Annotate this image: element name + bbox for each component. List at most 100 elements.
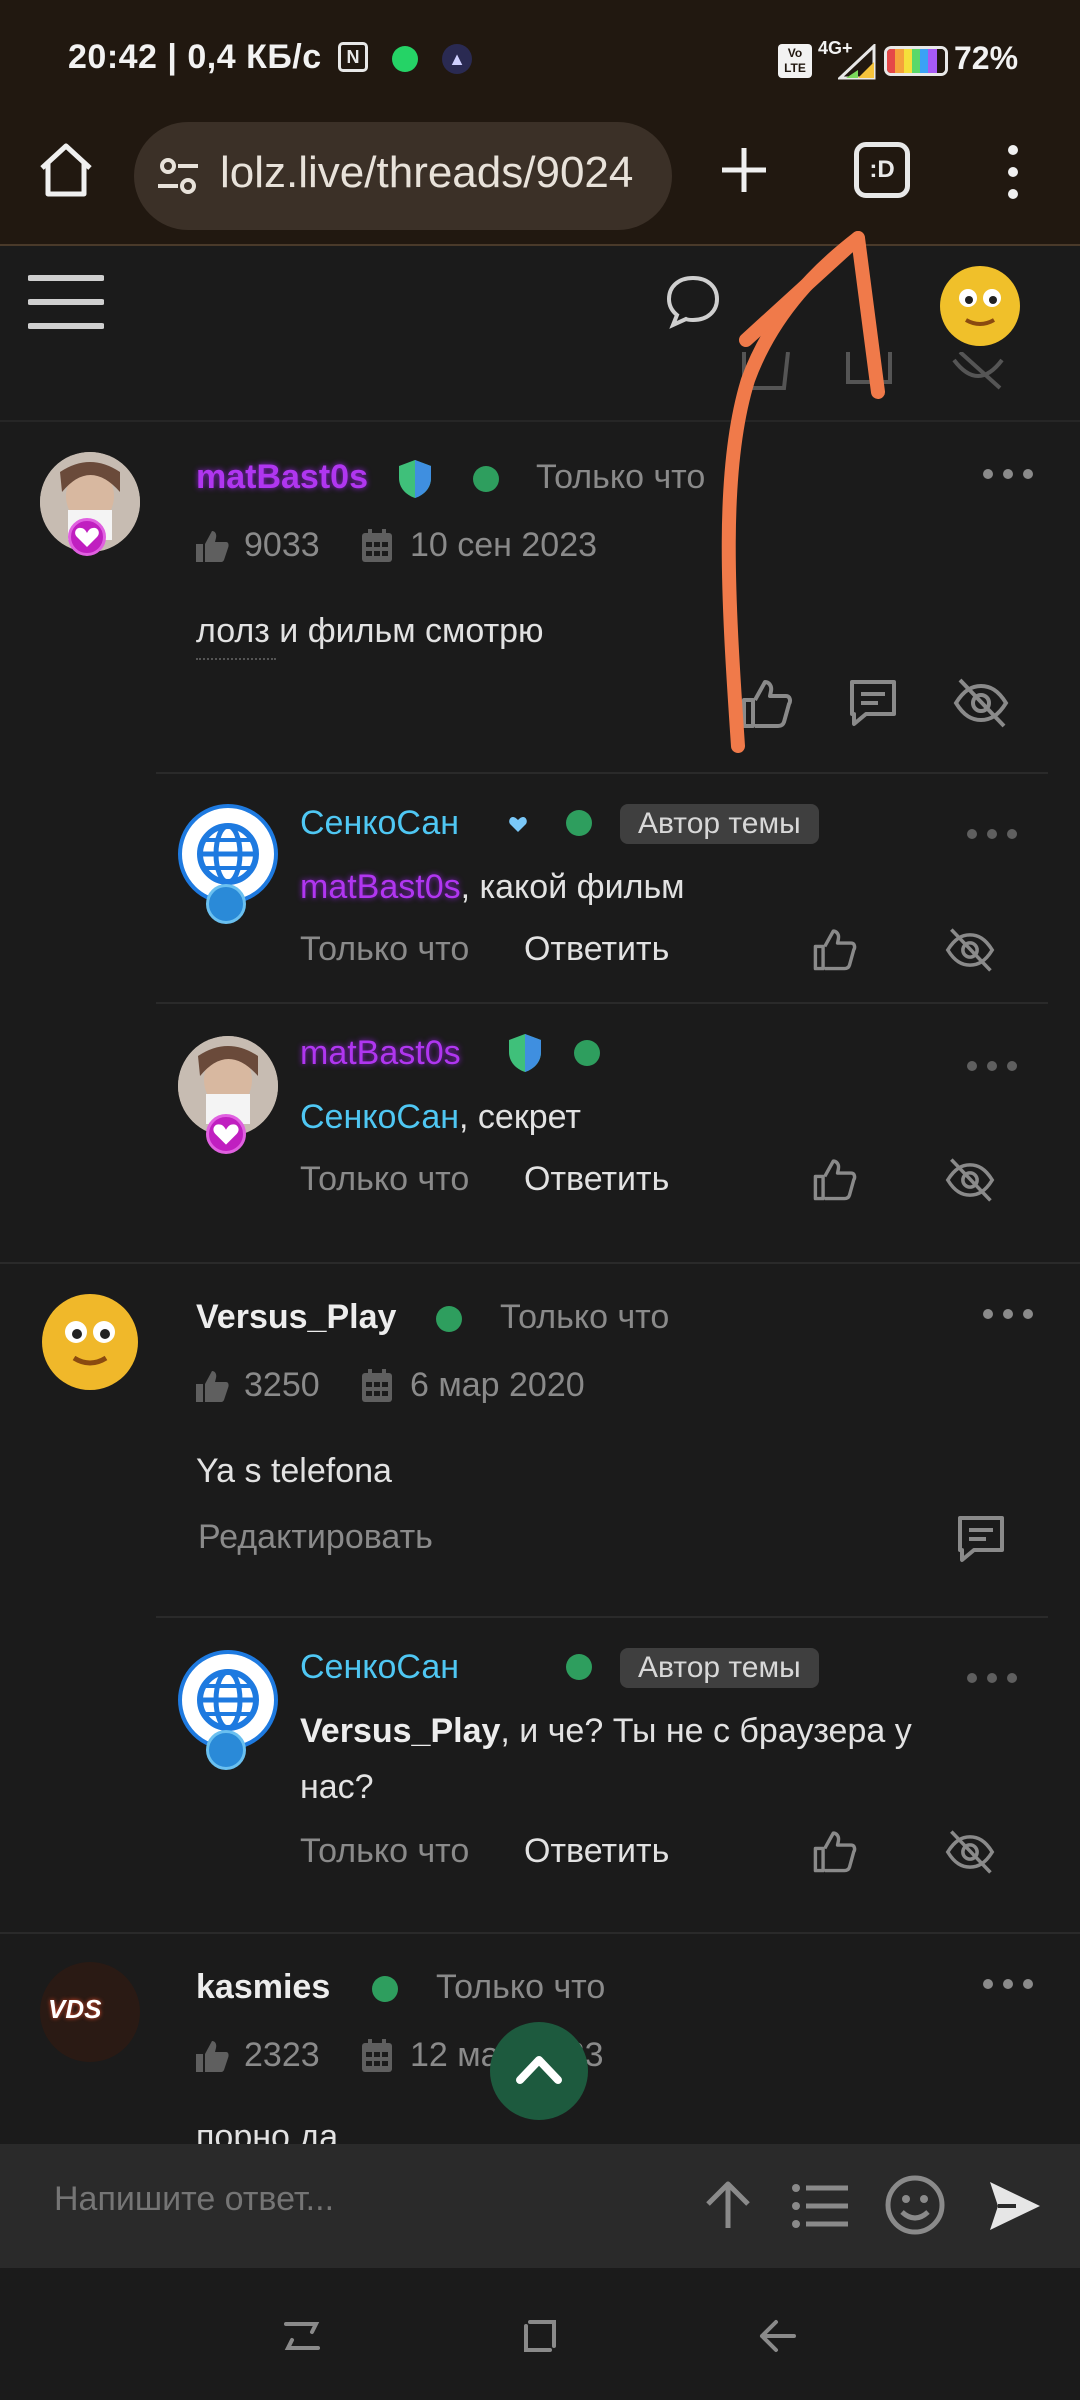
nfc-icon: N <box>338 42 368 72</box>
scroll-top-button[interactable] <box>490 2022 588 2120</box>
recent-apps-icon[interactable] <box>282 2318 322 2354</box>
post-text: Ya s telefona <box>196 1452 392 1490</box>
edit-link[interactable]: Редактировать <box>198 1518 433 1557</box>
join-date: 6 мар 2020 <box>410 1366 585 1404</box>
join-date: 10 сен 2023 <box>410 526 598 564</box>
online-indicator <box>473 466 499 492</box>
avatar[interactable] <box>40 1292 140 1392</box>
comment-author[interactable]: matBast0s <box>300 1034 461 1073</box>
thumbs-up-icon <box>196 1371 229 1402</box>
more-vert-icon[interactable] <box>998 140 1028 204</box>
comment-icon[interactable] <box>846 676 900 730</box>
mention[interactable]: Versus_Play <box>300 1712 500 1750</box>
hide-icon[interactable] <box>950 352 1006 392</box>
send-icon[interactable] <box>986 2178 1044 2234</box>
mention[interactable]: matBast0s <box>300 868 461 906</box>
post-author[interactable]: matBast0s <box>196 458 368 497</box>
more-options-icon[interactable] <box>980 466 1036 482</box>
like-icon[interactable] <box>812 1156 858 1202</box>
more-options-icon[interactable] <box>980 1976 1036 1992</box>
comment-icon[interactable] <box>844 352 896 392</box>
post-time: Только что <box>536 458 706 496</box>
post-text: лолз и фильм смотрю <box>196 612 544 650</box>
post-time: Только что <box>436 1968 606 2006</box>
shield-icon <box>509 1034 541 1072</box>
home-nav-icon[interactable] <box>520 2316 560 2356</box>
more-options-icon[interactable] <box>964 1058 1020 1074</box>
comment-text: , и че? Ты не с браузера у <box>500 1712 912 1750</box>
heart-icon <box>509 817 527 832</box>
list-icon[interactable] <box>790 2182 850 2230</box>
like-icon[interactable] <box>740 676 794 730</box>
post-author[interactable]: kasmies <box>196 1968 330 2007</box>
comment-time: Только что <box>300 1832 470 1870</box>
comment-author[interactable]: СенкоСан <box>300 804 459 843</box>
reply-link[interactable]: Ответить <box>524 1832 669 1871</box>
more-options-icon[interactable] <box>964 1670 1020 1686</box>
post-divider <box>0 1932 1080 1934</box>
comment-text: , какой фильм <box>460 868 685 906</box>
underline <box>196 658 276 660</box>
emoji-icon[interactable] <box>884 2174 946 2236</box>
heart-badge-icon <box>68 518 106 556</box>
browser-toolbar: lolz.live/threads/9024 :D <box>0 120 1080 246</box>
badge-icon <box>206 1730 246 1770</box>
online-indicator <box>566 810 592 836</box>
more-options-icon[interactable] <box>964 826 1020 842</box>
post-text: порно да <box>196 2118 339 2144</box>
comment-time: Только что <box>300 930 470 968</box>
upload-icon[interactable] <box>702 2178 754 2232</box>
system-nav-bar <box>0 2268 1080 2400</box>
hide-icon[interactable] <box>952 676 1010 730</box>
thumbs-up-icon <box>196 2041 229 2072</box>
status-bar: 20:42 | 0,4 КБ/с N ▲ Vo LTE 4G+ 72% <box>0 0 1080 120</box>
calendar-icon <box>362 2039 392 2072</box>
hamburger-menu-icon[interactable] <box>28 270 104 334</box>
comment-divider <box>156 1002 1048 1004</box>
address-bar[interactable]: lolz.live/threads/9024 <box>134 122 672 230</box>
calendar-icon <box>362 1369 392 1402</box>
reply-input[interactable] <box>54 2180 654 2219</box>
hide-icon[interactable] <box>944 1156 996 1204</box>
online-indicator <box>436 1306 462 1332</box>
chevron-up-icon <box>516 2056 562 2084</box>
avatar-text: VDS <box>48 1994 102 2024</box>
online-indicator <box>566 1654 592 1680</box>
calendar-icon <box>362 529 392 562</box>
reply-bar <box>0 2144 1080 2268</box>
whatsapp-icon <box>392 46 418 72</box>
comment-time: Только что <box>300 1160 470 1198</box>
chat-icon[interactable] <box>664 272 722 330</box>
tabs-icon[interactable]: :D <box>854 142 910 198</box>
hide-icon[interactable] <box>944 926 996 974</box>
avatar[interactable]: VDS <box>40 1962 140 2062</box>
heart-badge-icon <box>206 1114 246 1154</box>
comment-author[interactable]: СенкоСан <box>300 1648 459 1687</box>
app-notification-icon: ▲ <box>442 44 472 74</box>
author-badge: Автор темы <box>620 1648 819 1688</box>
back-icon[interactable] <box>758 2318 798 2354</box>
hide-icon[interactable] <box>944 1828 996 1876</box>
home-icon[interactable] <box>34 138 98 202</box>
user-avatar-icon[interactable] <box>938 264 1022 348</box>
post-divider <box>0 420 1080 422</box>
signal-icon <box>838 44 876 80</box>
likes-count: 2323 <box>244 2036 320 2074</box>
like-icon[interactable] <box>740 352 792 392</box>
like-icon[interactable] <box>812 926 858 972</box>
likes-count: 3250 <box>244 1366 320 1404</box>
url-text[interactable]: lolz.live/threads/9024 <box>220 148 660 198</box>
site-settings-icon[interactable] <box>154 152 202 200</box>
battery-percent: 72% <box>954 40 1019 76</box>
reply-link[interactable]: Ответить <box>524 1160 669 1199</box>
comment-divider <box>156 1616 1048 1618</box>
post-author[interactable]: Versus_Play <box>196 1298 396 1337</box>
like-icon[interactable] <box>812 1828 858 1874</box>
more-options-icon[interactable] <box>980 1306 1036 1322</box>
plus-icon[interactable] <box>712 138 776 202</box>
thumbs-up-icon <box>196 531 229 562</box>
comment-icon[interactable] <box>954 1512 1008 1566</box>
reply-link[interactable]: Ответить <box>524 930 669 969</box>
mention[interactable]: СенкоСан <box>300 1098 459 1136</box>
online-indicator <box>574 1040 600 1066</box>
